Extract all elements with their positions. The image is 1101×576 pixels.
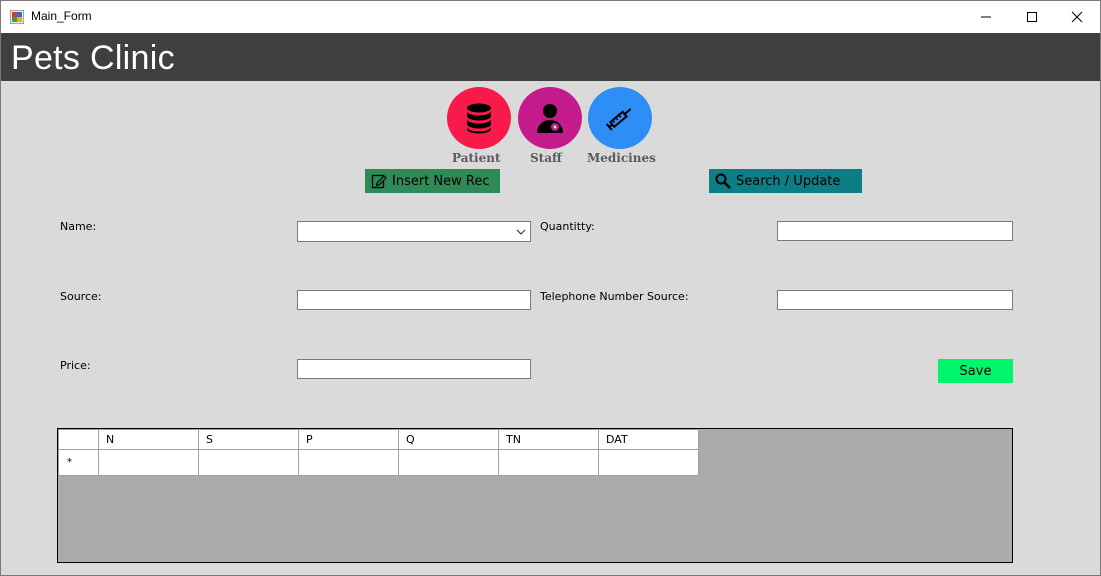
grid-cell[interactable] (298, 449, 399, 476)
quantity-label: Quantitty: (540, 220, 595, 233)
edit-icon (371, 174, 387, 189)
header-banner: Pets Clinic (1, 33, 1100, 81)
nav-label-staff: Staff (530, 151, 562, 165)
name-label: Name: (60, 220, 97, 233)
close-icon (1071, 11, 1083, 23)
source-field[interactable] (297, 290, 531, 310)
column-header-q[interactable]: Q (398, 429, 499, 450)
price-field[interactable] (297, 359, 531, 379)
nav-label-patient: Patient (452, 151, 501, 165)
row-header-cell[interactable]: * (58, 449, 99, 476)
nav-label-medicines: Medicines (587, 151, 656, 165)
column-header-dat[interactable]: DAT (598, 429, 699, 450)
save-button[interactable]: Save (938, 359, 1013, 383)
doctor-icon (537, 104, 563, 133)
title-bar[interactable]: Main_Form (1, 1, 1100, 33)
column-header-tn[interactable]: TN (498, 429, 599, 450)
minimize-icon (981, 16, 991, 18)
new-row-marker: * (67, 457, 72, 468)
window-title: Main_Form (31, 9, 92, 23)
syringe-icon (605, 108, 632, 131)
maximize-button[interactable] (1009, 1, 1055, 33)
source-label: Source: (60, 290, 102, 303)
column-header-p[interactable]: P (298, 429, 399, 450)
price-label: Price: (60, 359, 91, 372)
database-icon (467, 103, 491, 134)
maximize-icon (1027, 12, 1037, 22)
minimize-button[interactable] (963, 1, 1009, 33)
medicines-button[interactable] (588, 87, 652, 149)
grid-cell[interactable] (598, 449, 699, 476)
main-window: Main_Form Pets Clinic Patient Staff Medi… (0, 0, 1101, 576)
records-table: N S P Q TN DAT * (58, 429, 699, 476)
telephone-label: Telephone Number Source: (540, 290, 689, 303)
close-button[interactable] (1054, 1, 1100, 33)
column-header-s[interactable]: S (198, 429, 299, 450)
search-icon (715, 173, 731, 189)
grid-cell[interactable] (498, 449, 599, 476)
grid-cell[interactable] (198, 449, 299, 476)
quantity-field[interactable] (777, 221, 1013, 241)
insert-new-record-label: Insert New Rec (392, 173, 490, 189)
grid-header-row: N S P Q TN DAT (58, 429, 699, 450)
column-header-n[interactable]: N (98, 429, 199, 450)
grid-cell[interactable] (398, 449, 499, 476)
chevron-down-icon[interactable] (516, 227, 526, 237)
search-update-button[interactable]: Search / Update (709, 169, 862, 193)
insert-new-record-button[interactable]: Insert New Rec (365, 169, 500, 193)
telephone-field[interactable] (777, 290, 1013, 310)
patient-button[interactable] (447, 87, 511, 149)
app-title: Pets Clinic (11, 39, 175, 77)
app-icon (10, 10, 24, 24)
search-update-label: Search / Update (736, 173, 841, 189)
name-combobox[interactable] (297, 221, 531, 242)
table-row: * (58, 449, 699, 476)
staff-button[interactable] (518, 87, 582, 149)
records-grid[interactable]: N S P Q TN DAT * (57, 428, 1013, 563)
grid-corner-cell[interactable] (58, 429, 99, 450)
grid-cell[interactable] (98, 449, 199, 476)
